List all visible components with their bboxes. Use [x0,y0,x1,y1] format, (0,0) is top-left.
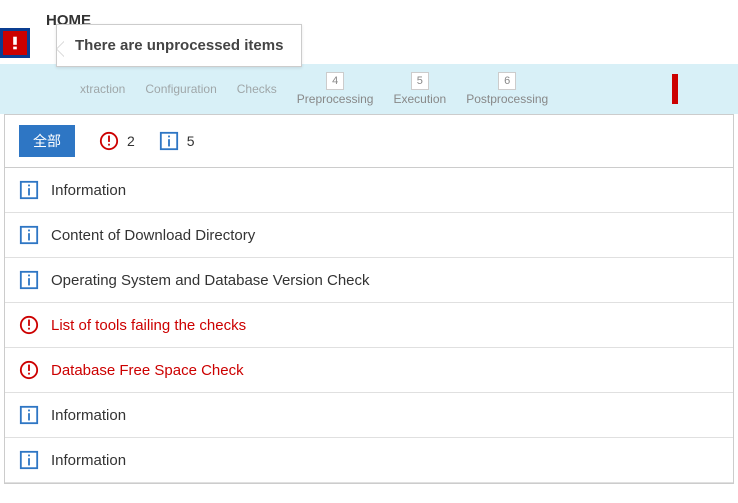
list-row-text: Operating System and Database Version Ch… [51,272,370,289]
step-execution[interactable]: 5 Execution [393,72,446,106]
list-row[interactable]: Information [5,393,733,438]
error-icon [19,315,39,335]
step-extraction: xtraction [80,82,125,96]
step-preprocessing[interactable]: 4 Preprocessing [297,72,374,106]
list-row-text: List of tools failing the checks [51,317,246,334]
list-row[interactable]: Information [5,438,733,483]
alert-tooltip-text: There are unprocessed items [75,37,283,54]
info-count: 5 [187,133,195,149]
info-icon [159,131,179,151]
step-checks: Checks [237,82,277,96]
list-row[interactable]: Database Free Space Check [5,348,733,393]
alert-icon [6,34,24,52]
alert-badge[interactable] [0,28,30,58]
error-icon [19,360,39,380]
tab-errors[interactable]: 2 [99,131,135,151]
list-row[interactable]: Operating System and Database Version Ch… [5,258,733,303]
list-row-text: Content of Download Directory [51,227,255,244]
filter-tabs: 全部 2 5 [5,115,733,168]
alert-tooltip: There are unprocessed items [56,24,302,67]
list-row[interactable]: Information [5,168,733,213]
list-row[interactable]: List of tools failing the checks [5,303,733,348]
tab-info[interactable]: 5 [159,131,195,151]
error-icon [99,131,119,151]
info-icon [19,450,39,470]
step-postprocessing[interactable]: 6 Postprocessing [466,72,548,106]
main-panel: 全部 2 5 Information Content of Download Di… [4,114,734,484]
info-icon [19,405,39,425]
tab-all[interactable]: 全部 [19,125,75,157]
list-row-text: Database Free Space Check [51,362,244,379]
step-configuration: Configuration [145,82,216,96]
steps-end-marker [672,74,678,104]
list-row-text: Information [51,407,126,424]
list-row[interactable]: Content of Download Directory [5,213,733,258]
info-icon [19,270,39,290]
list-row-text: Information [51,452,126,469]
list-row-text: Information [51,182,126,199]
steps-bar: xtraction Configuration Checks 4 Preproc… [0,64,738,114]
item-list: Information Content of Download Directory… [5,168,733,483]
error-count: 2 [127,133,135,149]
info-icon [19,225,39,245]
info-icon [19,180,39,200]
